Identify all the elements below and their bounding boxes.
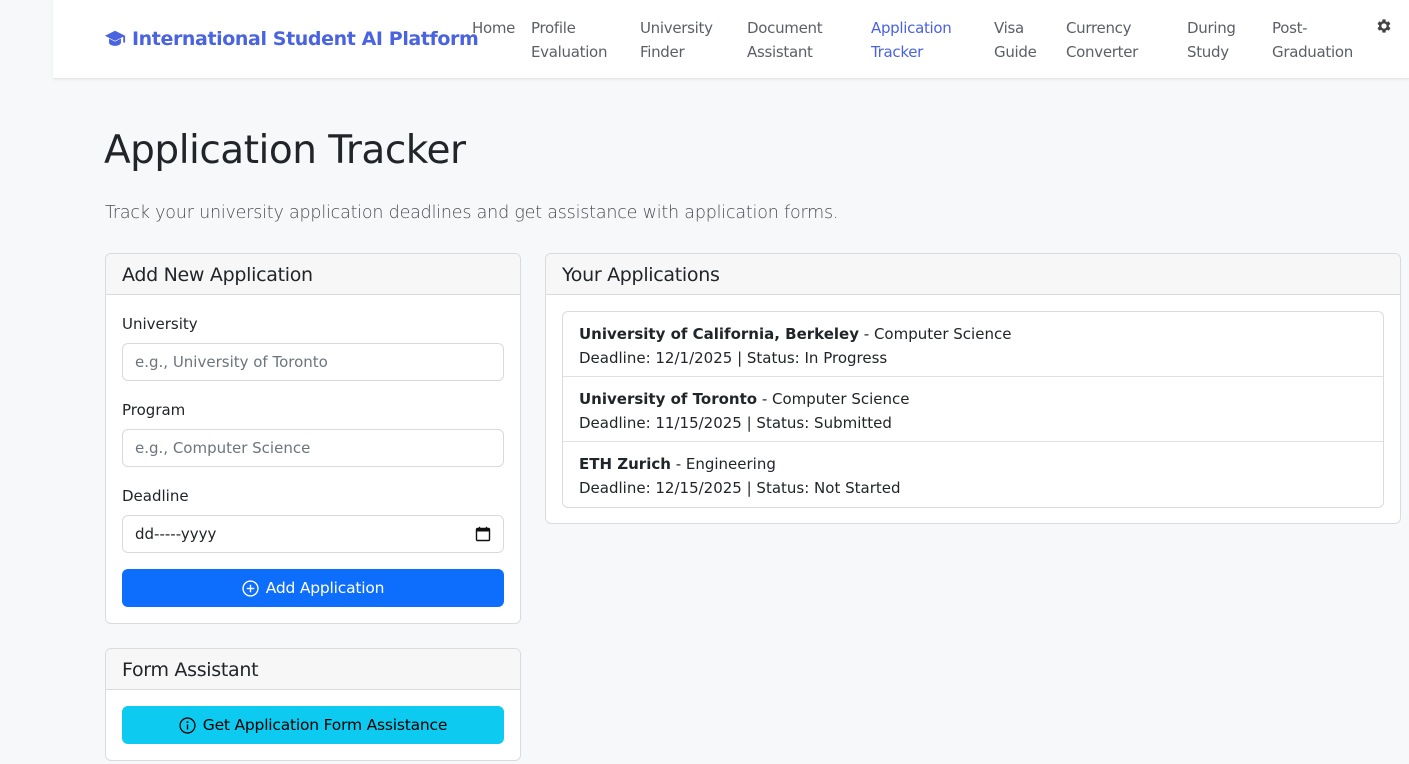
form-assistant-card: Form Assistant Get Application Form Assi… — [105, 648, 521, 761]
nav-university-finder-line1: University — [640, 19, 713, 37]
add-application-button-label: Add Application — [265, 579, 385, 597]
application-item[interactable]: ETH Zurich - Engineering Deadline: 12/15… — [563, 442, 1383, 507]
nav-document-assistant-line1: Document — [747, 19, 823, 37]
nav-during-study-line1: During — [1187, 19, 1236, 37]
nav-during-study[interactable]: During Study — [1187, 16, 1236, 64]
program-input[interactable]: e.g., Computer Science — [122, 429, 504, 467]
calendar-icon[interactable] — [475, 526, 491, 542]
nav-university-finder[interactable]: University Finder — [640, 16, 713, 64]
application-detail: Deadline: 12/1/2025 | Status: In Progres… — [579, 349, 888, 367]
nav-application-tracker[interactable]: Application Tracker — [871, 16, 952, 64]
nav-application-tracker-line1: Application — [871, 19, 952, 37]
add-application-header: Add New Application — [106, 254, 520, 295]
application-program: - Engineering — [670, 455, 776, 473]
page-title: Application Tracker — [104, 128, 466, 173]
plus-circle-icon — [242, 579, 259, 597]
nav-visa-guide-line2: Guide — [994, 43, 1037, 61]
nav-visa-guide[interactable]: Visa Guide — [994, 16, 1037, 64]
deadline-label: Deadline — [122, 487, 189, 505]
info-circle-icon — [179, 716, 196, 734]
brand-link[interactable]: International Student AI Platform — [104, 28, 479, 50]
nav-profile-evaluation[interactable]: Profile Evaluation — [531, 16, 607, 64]
nav-home-label: Home — [472, 19, 516, 37]
form-assistance-button[interactable]: Get Application Form Assistance — [122, 706, 504, 744]
nav-post-graduation-line2: Graduation — [1272, 43, 1353, 61]
nav-application-tracker-line2: Tracker — [871, 43, 924, 61]
gear-icon[interactable] — [1375, 17, 1393, 35]
application-university: University of Toronto — [579, 390, 758, 408]
your-applications-header: Your Applications — [546, 254, 1400, 295]
nav-during-study-line2: Study — [1187, 43, 1229, 61]
brand-name: International Student AI Platform — [132, 28, 479, 50]
applications-list: University of California, Berkeley - Com… — [562, 311, 1384, 508]
university-input[interactable]: e.g., University of Toronto — [122, 343, 504, 381]
nav-home[interactable]: Home — [472, 16, 515, 40]
top-navbar: International Student AI Platform Home P… — [53, 0, 1409, 79]
university-placeholder: e.g., University of Toronto — [135, 353, 328, 371]
nav-currency-converter[interactable]: Currency Converter — [1066, 16, 1138, 64]
program-placeholder: e.g., Computer Science — [135, 439, 311, 457]
application-university: ETH Zurich — [579, 455, 671, 473]
university-label: University — [122, 315, 198, 333]
nav-currency-converter-line1: Currency — [1066, 19, 1132, 37]
application-program: - Computer Science — [859, 325, 1012, 343]
nav-profile-evaluation-line2: Evaluation — [531, 43, 608, 61]
nav-post-graduation[interactable]: Post- Graduation — [1272, 16, 1353, 64]
graduation-cap-icon — [104, 30, 126, 46]
add-application-card: Add New Application University e.g., Uni… — [105, 253, 521, 624]
nav-currency-converter-line2: Converter — [1066, 43, 1139, 61]
application-item[interactable]: University of California, Berkeley - Com… — [563, 312, 1383, 377]
form-assistant-header: Form Assistant — [106, 649, 520, 690]
program-label: Program — [122, 401, 186, 419]
nav-document-assistant[interactable]: Document Assistant — [747, 16, 823, 64]
application-item[interactable]: University of Toronto - Computer Science… — [563, 377, 1383, 442]
form-assistance-button-label: Get Application Form Assistance — [202, 716, 448, 734]
nav-visa-guide-line1: Visa — [994, 19, 1024, 37]
nav-post-graduation-line1: Post- — [1272, 19, 1308, 37]
nav-document-assistant-line2: Assistant — [747, 43, 813, 61]
deadline-date-input[interactable]: dd-----yyyy — [122, 515, 504, 553]
deadline-placeholder: dd-----yyyy — [135, 525, 217, 543]
page-subtitle: Track your university application deadli… — [105, 203, 839, 223]
application-university: University of California, Berkeley — [579, 325, 859, 343]
application-detail: Deadline: 12/15/2025 | Status: Not Start… — [579, 479, 901, 497]
nav-university-finder-line2: Finder — [640, 43, 685, 61]
application-detail: Deadline: 11/15/2025 | Status: Submitted — [579, 414, 892, 432]
your-applications-card: Your Applications University of Californ… — [545, 253, 1401, 524]
add-application-button[interactable]: Add Application — [122, 569, 504, 607]
nav-profile-evaluation-line1: Profile — [531, 19, 576, 37]
application-program: - Computer Science — [757, 390, 910, 408]
